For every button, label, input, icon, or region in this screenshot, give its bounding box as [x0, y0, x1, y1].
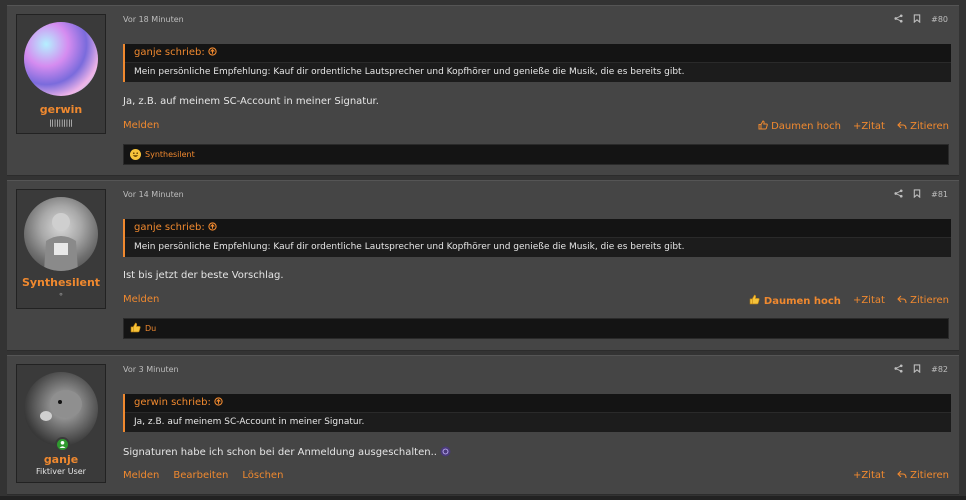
share-icon[interactable]	[894, 364, 903, 375]
like-label: Daumen hoch	[771, 121, 841, 132]
user-title: ||||||||||	[49, 119, 73, 127]
quote-button[interactable]: +Zitat	[853, 470, 885, 481]
post-82: ganje Fiktiver User Vor 3 Minuten #82 ge…	[7, 355, 959, 495]
post-time[interactable]: Vor 18 Minuten	[123, 15, 184, 24]
quote-button[interactable]: +Zitat	[853, 121, 885, 132]
bookmark-icon[interactable]	[913, 189, 921, 200]
quote-block: ganje schrieb: Mein persönliche Empfehlu…	[123, 219, 951, 257]
quote-block: ganje schrieb: Mein persönliche Empfehlu…	[123, 44, 951, 82]
post-meta-icons: #80	[894, 14, 948, 25]
share-icon[interactable]	[894, 14, 903, 25]
username[interactable]: ganje	[17, 453, 105, 466]
reactions-bar[interactable]: Du	[123, 318, 949, 339]
quote-header[interactable]: ganje schrieb:	[125, 44, 951, 62]
reply-button[interactable]: Zitieren	[897, 470, 949, 481]
post-number[interactable]: #80	[931, 15, 948, 24]
quote-header[interactable]: ganje schrieb:	[125, 219, 951, 237]
bookmark-icon[interactable]	[913, 14, 921, 25]
post-80: gerwin |||||||||| Vor 18 Minuten #80 gan…	[7, 5, 959, 176]
post-time[interactable]: Vor 3 Minuten	[123, 365, 179, 374]
post-number[interactable]: #82	[931, 365, 948, 374]
reply-button[interactable]: Zitieren	[897, 121, 949, 132]
post-meta-icons: #81	[894, 189, 948, 200]
post-actions-right: Daumen hoch +Zitat Zitieren	[749, 294, 949, 307]
edit-button[interactable]: Bearbeiten	[173, 470, 228, 481]
like-button[interactable]: Daumen hoch	[758, 120, 841, 132]
quote-text: Ja, z.B. auf meinem SC-Account in meiner…	[125, 412, 951, 432]
post-81: Synthesilent ⚬ Vor 14 Minuten #81 ganje …	[7, 180, 959, 351]
like-button[interactable]: Daumen hoch	[749, 294, 841, 307]
reactions-bar[interactable]: Synthesilent	[123, 144, 949, 165]
user-info: gerwin ||||||||||	[16, 14, 106, 134]
post-actions-left: Melden	[123, 120, 159, 131]
reply-icon	[897, 295, 910, 306]
reply-button[interactable]: Zitieren	[897, 295, 949, 306]
quote-button[interactable]: +Zitat	[853, 295, 885, 306]
post-message: Ja, z.B. auf meinem SC-Account in meiner…	[123, 96, 379, 107]
avatar[interactable]	[24, 372, 98, 446]
arrow-up-circle-icon[interactable]	[208, 47, 217, 58]
avatar[interactable]	[24, 22, 98, 96]
reaction-users[interactable]: Du	[145, 324, 156, 333]
post-actions-left: Melden	[123, 294, 159, 305]
user-title: Fiktiver User	[36, 467, 86, 476]
username[interactable]: gerwin	[17, 103, 105, 116]
quote-text: Mein persönliche Empfehlung: Kauf dir or…	[125, 62, 951, 82]
post-number[interactable]: #81	[931, 190, 948, 199]
quote-header[interactable]: gerwin schrieb:	[125, 394, 951, 412]
post-actions-left: Melden Bearbeiten Löschen	[123, 470, 283, 481]
bookmark-icon[interactable]	[913, 364, 921, 375]
post-actions-right: Daumen hoch +Zitat Zitieren	[758, 120, 949, 132]
report-button[interactable]: Melden	[123, 470, 159, 481]
user-info: ganje Fiktiver User	[16, 364, 106, 483]
thumbs-up-icon	[749, 294, 763, 307]
quote-block: gerwin schrieb: Ja, z.B. auf meinem SC-A…	[123, 394, 951, 432]
username[interactable]: Synthesilent	[17, 276, 105, 289]
reply-label: Zitieren	[910, 120, 949, 132]
post-message: Signaturen habe ich schon bei der Anmeld…	[123, 446, 451, 458]
reply-label: Zitieren	[910, 295, 949, 306]
avatar[interactable]	[24, 197, 98, 271]
page-bottom-edge	[0, 496, 966, 500]
reply-icon	[897, 470, 910, 481]
quote-label: Zitat	[861, 295, 885, 306]
thumbs-up-icon	[758, 120, 771, 132]
arrow-up-circle-icon[interactable]	[214, 397, 223, 408]
grin-emoji-icon	[130, 149, 141, 160]
reaction-users[interactable]: Synthesilent	[145, 150, 195, 159]
post-meta-icons: #82	[894, 364, 948, 375]
post-actions-right: +Zitat Zitieren	[853, 470, 949, 481]
thumbs-up-icon	[130, 322, 141, 335]
share-icon[interactable]	[894, 189, 903, 200]
delete-button[interactable]: Löschen	[242, 470, 283, 481]
arrow-up-circle-icon[interactable]	[208, 222, 217, 233]
quote-author[interactable]: ganje schrieb:	[134, 47, 205, 58]
reply-icon	[897, 121, 910, 132]
online-status-icon	[55, 437, 70, 452]
post-message: Ist bis jetzt der beste Vorschlag.	[123, 270, 284, 281]
reply-label: Zitieren	[910, 470, 949, 481]
quote-label: Zitat	[861, 470, 885, 481]
user-title: ⚬	[57, 290, 65, 299]
report-button[interactable]: Melden	[123, 120, 159, 131]
dizzy-emoji-icon	[440, 446, 451, 458]
post-time[interactable]: Vor 14 Minuten	[123, 190, 184, 199]
like-label: Daumen hoch	[763, 296, 841, 307]
quote-text: Mein persönliche Empfehlung: Kauf dir or…	[125, 237, 951, 257]
quote-author[interactable]: ganje schrieb:	[134, 222, 205, 233]
user-info: Synthesilent ⚬	[16, 189, 106, 309]
quote-label: Zitat	[861, 120, 885, 132]
report-button[interactable]: Melden	[123, 294, 159, 305]
quote-author[interactable]: gerwin schrieb:	[134, 397, 211, 408]
post-message-text: Signaturen habe ich schon bei der Anmeld…	[123, 447, 437, 458]
